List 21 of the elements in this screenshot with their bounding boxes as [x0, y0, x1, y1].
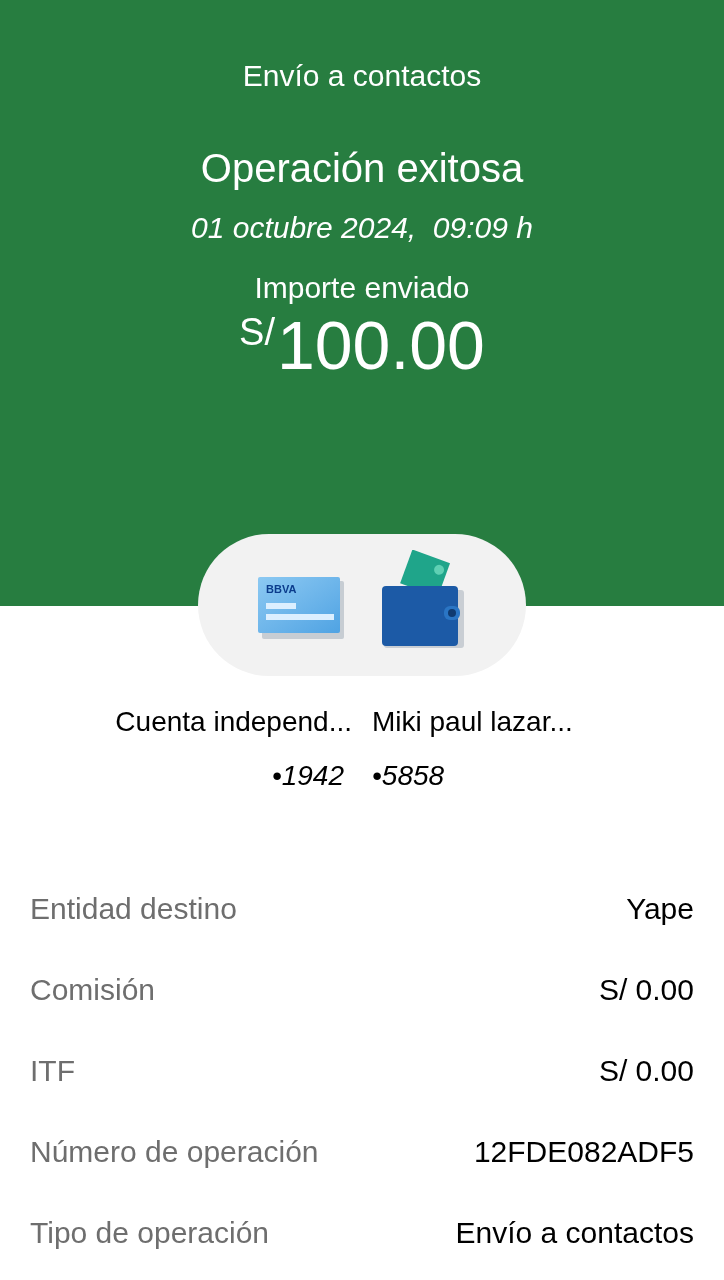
detail-label: Número de operación: [30, 1133, 319, 1170]
destination-account-name: Miki paul lazar...: [372, 705, 573, 739]
detail-label: Comisión: [30, 971, 156, 1008]
detail-value: Yape: [626, 890, 694, 927]
wallet-icon: [382, 550, 466, 650]
detail-label: Entidad destino: [30, 890, 237, 927]
date-time: 01 octubre 2024, 09:09 h: [191, 210, 533, 246]
status-title: Operación exitosa: [200, 146, 524, 190]
detail-value: Envío a contactos: [455, 1214, 694, 1251]
page-title: Envío a contactos: [242, 58, 482, 94]
detail-label: Tipo de operación: [30, 1214, 270, 1251]
detail-value: S/ 0.00: [598, 971, 694, 1008]
source-account-number: •1942: [271, 759, 345, 793]
detail-label: ITF: [30, 1052, 75, 1089]
detail-value: 12FDE082ADF5: [473, 1133, 694, 1170]
source-account-name: Cuenta independ...: [115, 705, 352, 739]
amount: 100.00: [276, 308, 485, 382]
amount-label: Importe enviado: [254, 270, 470, 306]
destination-account-number: •5858: [372, 759, 445, 793]
detail-value: S/ 0.00: [598, 1052, 694, 1089]
currency-symbol: S/: [239, 312, 275, 352]
